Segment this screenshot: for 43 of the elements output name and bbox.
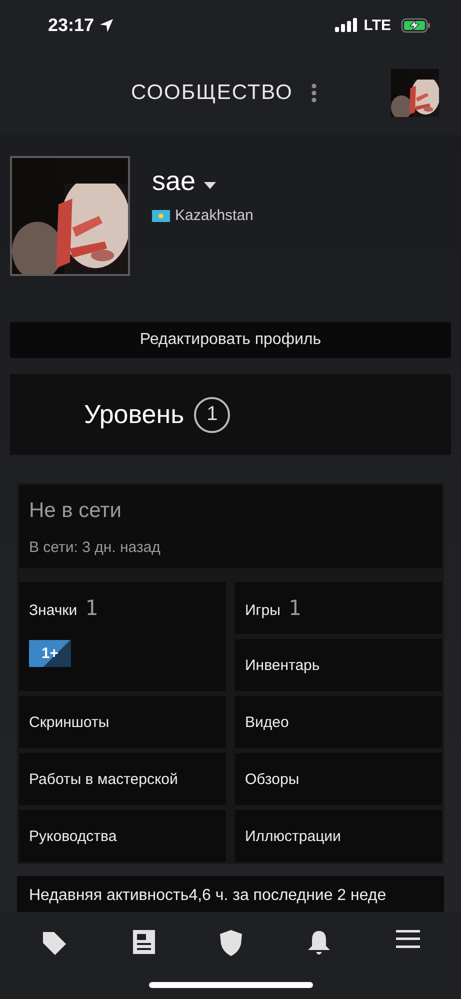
section-count: 1 bbox=[288, 596, 302, 620]
section-label: Работы в мастерской bbox=[29, 770, 178, 788]
section-label: Игры bbox=[245, 602, 280, 619]
profile-section-link[interactable]: Игры 1 bbox=[235, 582, 442, 634]
edit-profile-button[interactable]: Редактировать профиль bbox=[10, 322, 451, 358]
profile-section-link[interactable]: Скриншоты bbox=[19, 696, 226, 748]
section-label: Скриншоты bbox=[29, 714, 110, 730]
profile-section-link[interactable]: Инвентарь bbox=[235, 639, 442, 691]
battery-charging-icon bbox=[401, 18, 431, 32]
profile-section-link[interactable]: Иллюстрации bbox=[235, 810, 442, 862]
status-title: Не в сети bbox=[29, 499, 123, 523]
page-title: СООБЩЕСТВО bbox=[131, 80, 293, 104]
section-label: Иллюстрации bbox=[245, 828, 341, 844]
level-value: 1 bbox=[194, 396, 230, 432]
signal-icon bbox=[334, 18, 357, 32]
notification-bell-icon[interactable] bbox=[308, 930, 330, 956]
section-label: Руководства bbox=[29, 828, 117, 844]
section-label: Видео bbox=[245, 714, 289, 730]
more-options-icon[interactable] bbox=[310, 82, 317, 102]
profile-section-link[interactable]: Обзоры bbox=[235, 753, 442, 805]
profile-section-link[interactable]: Руководства bbox=[19, 810, 226, 862]
clock-time: 23:17 bbox=[48, 14, 94, 36]
profile-section-link[interactable]: Видео bbox=[235, 696, 442, 748]
section-count: 1 bbox=[85, 596, 98, 620]
last-online-text: В сети: 3 дн. назад bbox=[29, 539, 162, 556]
profile-name: sae bbox=[152, 166, 196, 197]
shield-icon[interactable] bbox=[220, 930, 242, 956]
dropdown-caret-icon[interactable] bbox=[204, 182, 216, 189]
location-arrow-icon bbox=[99, 18, 114, 32]
menu-icon[interactable] bbox=[396, 930, 420, 948]
section-label: Обзоры bbox=[245, 770, 300, 788]
tag-icon[interactable] bbox=[40, 930, 67, 956]
network-label: LTE bbox=[364, 16, 391, 34]
profile-section-link[interactable]: Работы в мастерской bbox=[19, 753, 226, 805]
section-label: Значки bbox=[29, 602, 78, 619]
section-label: Инвентарь bbox=[245, 656, 320, 674]
news-icon[interactable] bbox=[132, 930, 155, 954]
country-label: Kazakhstan bbox=[175, 207, 254, 224]
profile-section-link[interactable]: Значки 1 1+ bbox=[19, 582, 226, 691]
recent-activity-text: Недавняя активность4,6 ч. за последние 2 неде bbox=[29, 887, 386, 904]
flag-icon bbox=[152, 210, 170, 222]
years-badge: 1+ bbox=[29, 640, 71, 667]
level-label: Уровень bbox=[84, 399, 184, 430]
